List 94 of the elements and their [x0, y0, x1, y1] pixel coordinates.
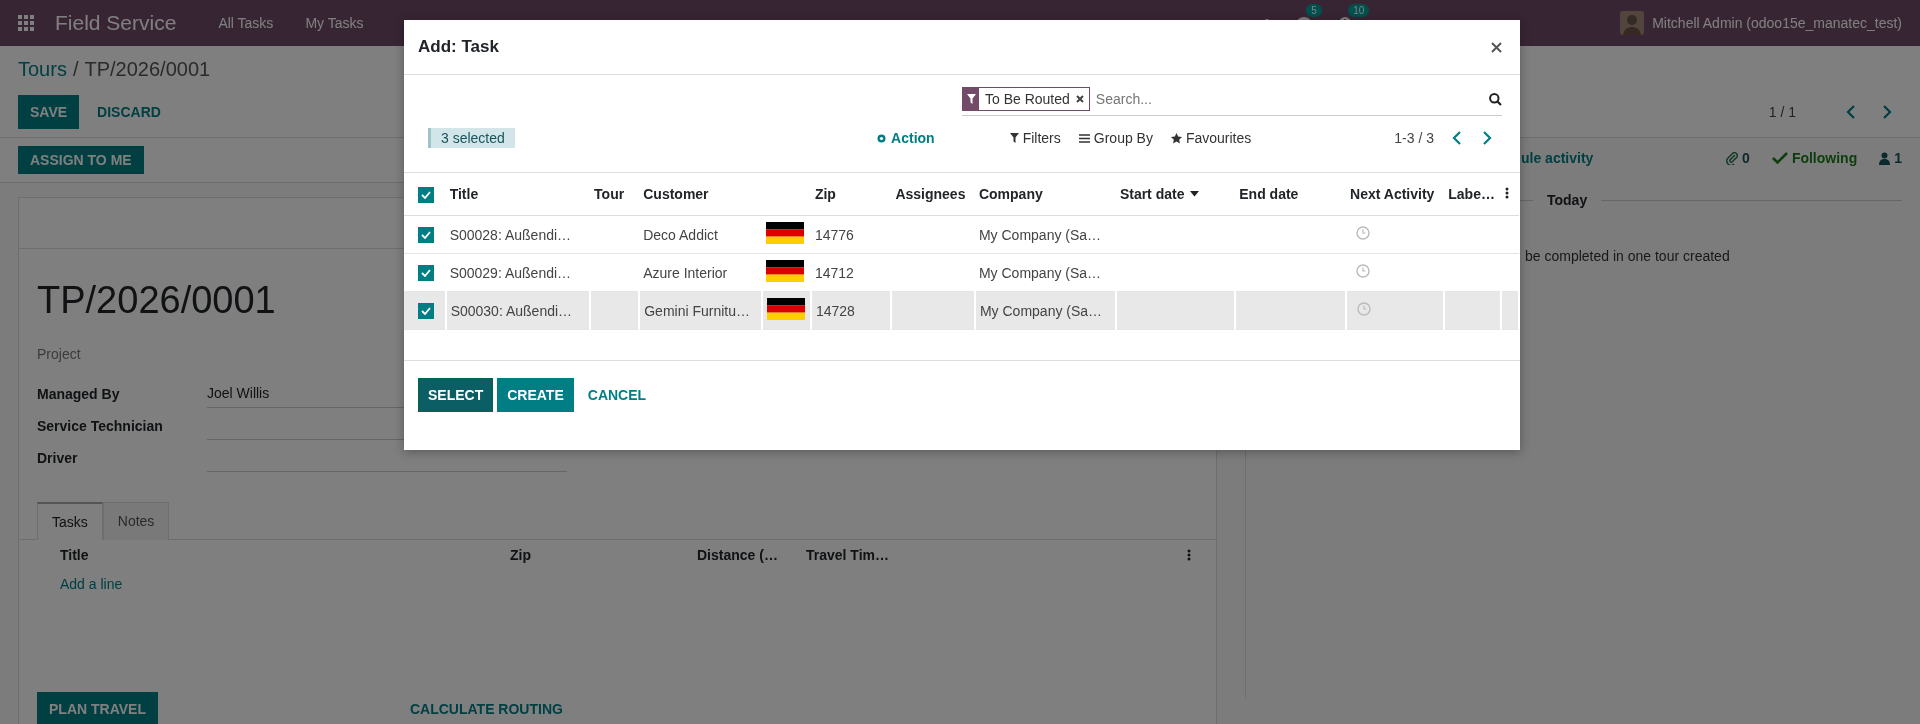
- table-cell: S00028: Außendi…: [449, 226, 572, 243]
- check-icon: [421, 231, 431, 240]
- menu-item[interactable]: My Tasks: [305, 15, 364, 31]
- row-checkbox[interactable]: [418, 303, 434, 320]
- column-header[interactable]: Start date: [1119, 186, 1200, 202]
- check-icon: [421, 190, 431, 199]
- flag-icon: [766, 298, 805, 320]
- dialog-button[interactable]: SELECT: [418, 378, 494, 412]
- breadcrumb-separator: /: [72, 58, 79, 81]
- form-button[interactable]: DISCARD: [85, 95, 173, 129]
- table-cell: Azure Interior: [643, 264, 728, 281]
- column-header[interactable]: Zip: [814, 186, 836, 202]
- action-menu-button[interactable]: Action: [876, 130, 935, 146]
- field-label: Project: [37, 346, 82, 362]
- table-cell: 14776: [814, 226, 854, 243]
- row-checkbox[interactable]: [418, 265, 434, 282]
- filter-facet[interactable]: To Be Routed: [962, 87, 1090, 111]
- following-button[interactable]: Following: [1771, 150, 1858, 166]
- star-icon: [1170, 132, 1182, 144]
- previous-icon[interactable]: [1452, 131, 1462, 145]
- form-button[interactable]: SAVE: [18, 95, 80, 129]
- filters-button[interactable]: Filters: [1009, 130, 1061, 146]
- remove-icon[interactable]: [1075, 95, 1084, 103]
- table-cell: My Company (Sa…: [978, 226, 1102, 243]
- attachments-button[interactable]: 0: [1726, 150, 1750, 166]
- message-count-badge: 5: [1306, 4, 1322, 17]
- table-cell: Gemini Furnitu…: [644, 302, 751, 319]
- table-cell: My Company (Sa…: [979, 302, 1103, 319]
- filter-icon: [966, 94, 976, 104]
- column-header[interactable]: Distance (…: [697, 547, 778, 563]
- column-header[interactable]: Zip: [510, 547, 531, 563]
- date-separator: Today: [1547, 192, 1588, 208]
- breadcrumb-link[interactable]: Tours: [18, 58, 67, 81]
- group-by-button[interactable]: Group By: [1078, 130, 1153, 146]
- sheet-button[interactable]: PLAN TRAVEL: [37, 692, 158, 724]
- flag-icon: [765, 260, 804, 282]
- tab[interactable]: Notes: [102, 502, 170, 540]
- table-cell: S00030: Außendi…: [450, 302, 573, 319]
- breadcrumb-current: TP/2026/0001: [84, 58, 211, 81]
- column-header[interactable]: Labe…: [1448, 186, 1495, 202]
- add-line-link[interactable]: Add a line: [60, 576, 123, 592]
- record-title: TP/2026/0001: [37, 279, 276, 322]
- next-icon[interactable]: [1882, 105, 1892, 119]
- sheet-button[interactable]: CALCULATE ROUTING: [397, 692, 575, 724]
- person-icon: [1879, 151, 1891, 165]
- table-cell: My Company (Sa…: [978, 264, 1102, 281]
- search-icon[interactable]: [1489, 92, 1502, 106]
- menu-item[interactable]: All Tasks: [218, 15, 274, 31]
- column-header[interactable]: Assignees: [895, 186, 966, 202]
- chatter-message: be completed in one tour created: [1525, 248, 1731, 264]
- search-field[interactable]: To Be Routed Search...: [962, 87, 1502, 116]
- column-header[interactable]: Title: [60, 547, 89, 563]
- table-cell: S00029: Außendi…: [449, 264, 572, 281]
- row-checkbox[interactable]: [418, 227, 434, 244]
- tab[interactable]: Tasks: [37, 502, 103, 540]
- table-cell: 14728: [815, 302, 855, 319]
- close-icon[interactable]: [1491, 41, 1502, 53]
- column-header[interactable]: Next Activity: [1350, 186, 1435, 202]
- check-icon: [1771, 152, 1788, 164]
- favourites-button[interactable]: Favourites: [1170, 130, 1252, 146]
- column-header[interactable]: End date: [1239, 186, 1299, 202]
- selection-count-badge: 3 selected: [428, 128, 515, 148]
- column-header[interactable]: Customer: [643, 186, 709, 202]
- column-header[interactable]: Tour: [594, 186, 625, 202]
- column-header[interactable]: Title: [449, 186, 479, 202]
- activity-count-badge: 10: [1348, 4, 1370, 17]
- check-icon: [421, 307, 431, 316]
- next-icon[interactable]: [1482, 131, 1492, 145]
- column-header[interactable]: Travel Tim…: [806, 547, 889, 563]
- field-label: Service Technician: [37, 418, 164, 436]
- assign-button[interactable]: ASSIGN TO ME: [18, 146, 144, 174]
- filter-icon: [1009, 133, 1019, 143]
- list-icon: [1078, 133, 1090, 143]
- app-name[interactable]: Field Service: [55, 11, 177, 35]
- field-label: Driver: [37, 450, 79, 468]
- previous-icon[interactable]: [1846, 105, 1856, 119]
- followers-button[interactable]: 1: [1879, 150, 1902, 166]
- column-header[interactable]: Company: [978, 186, 1043, 202]
- apps-menu-icon[interactable]: [18, 14, 35, 32]
- dialog-button[interactable]: CANCEL: [577, 378, 657, 412]
- flag-icon: [765, 222, 804, 244]
- dialog-title: Add: Task: [418, 37, 499, 57]
- pager-value: 1 / 1: [1768, 104, 1796, 120]
- user-menu[interactable]: Mitchell Admin (odoo15e_manatec_test): [1652, 15, 1902, 31]
- check-icon: [421, 269, 431, 278]
- field-label: Managed By: [37, 386, 121, 404]
- select-all-checkbox[interactable]: [418, 186, 434, 203]
- paperclip-icon: [1726, 151, 1739, 165]
- dialog-button[interactable]: CREATE: [497, 378, 574, 412]
- table-cell: 14712: [814, 264, 854, 281]
- column-options-icon[interactable]: [1505, 187, 1510, 199]
- schedule-activity-link[interactable]: ule activity: [1521, 150, 1594, 166]
- table-cell: Deco Addict: [643, 226, 718, 243]
- pager-value: 1-3 / 3: [1394, 130, 1434, 146]
